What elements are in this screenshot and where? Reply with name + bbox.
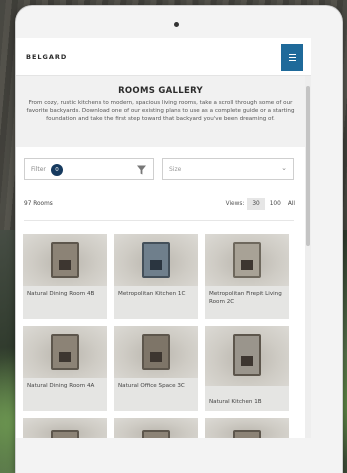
room-card[interactable]: Natural Dining Room 4A — [23, 326, 107, 411]
tablet-screen: BELGARD ROOMS GALLERY From cozy, rustic … — [16, 38, 311, 438]
room-card[interactable] — [114, 418, 198, 438]
room-card[interactable]: Metropolitan Kitchen 1C — [114, 234, 198, 319]
chevron-down-icon: ⌄ — [281, 164, 287, 172]
view-option-30[interactable]: 30 — [247, 197, 265, 210]
room-card[interactable]: Metropolitan Firepit Living Room 2C — [205, 234, 289, 319]
size-select[interactable]: Size ⌄ — [162, 158, 294, 180]
room-thumbnail — [205, 326, 289, 386]
page-description: From cozy, rustic kitchens to modern, sp… — [26, 100, 295, 122]
room-name: Natural Office Space 3C — [118, 383, 185, 389]
room-name: Metropolitan Kitchen 1C — [118, 291, 186, 297]
room-name: Natural Dining Room 4A — [27, 383, 95, 389]
scrollbar-thumb[interactable] — [306, 86, 310, 246]
room-thumbnail — [23, 418, 107, 438]
filter-dropdown[interactable]: Filter 0 — [24, 158, 154, 180]
rooms-grid: Natural Dining Room 4B Metropolitan Kitc… — [23, 234, 299, 438]
room-card[interactable] — [205, 418, 289, 438]
filter-label: Filter — [31, 166, 46, 173]
hamburger-menu-button[interactable] — [281, 44, 303, 71]
room-name: Natural Kitchen 1B — [209, 399, 262, 405]
top-navbar: BELGARD — [16, 38, 311, 76]
view-option-100[interactable]: 100 — [268, 198, 283, 210]
scrollbar[interactable] — [305, 76, 311, 438]
view-count-selector: Views: 30 100 All — [226, 196, 297, 211]
room-thumbnail — [114, 234, 198, 286]
tablet-bezel-bottom — [16, 438, 311, 467]
funnel-icon — [137, 165, 146, 175]
divider — [24, 220, 294, 221]
size-placeholder: Size — [169, 166, 182, 173]
room-thumbnail — [23, 326, 107, 378]
room-thumbnail — [114, 418, 198, 438]
room-thumbnail — [114, 326, 198, 378]
camera-dot — [174, 22, 179, 27]
room-card[interactable]: Natural Kitchen 1B — [205, 326, 289, 411]
room-card[interactable] — [23, 418, 107, 438]
room-name: Metropolitan Firepit Living Room 2C — [209, 291, 282, 305]
menu-icon-line — [288, 60, 296, 61]
room-thumbnail — [205, 234, 289, 286]
menu-icon-line — [288, 57, 296, 58]
rooms-count: 97 Rooms — [24, 201, 53, 207]
brand-logo[interactable]: BELGARD — [26, 53, 67, 61]
menu-icon-line — [288, 54, 296, 55]
room-thumbnail — [205, 418, 289, 438]
gallery-header: ROOMS GALLERY From cozy, rustic kitchens… — [16, 76, 305, 147]
page-content: ROOMS GALLERY From cozy, rustic kitchens… — [16, 76, 305, 438]
room-card[interactable]: Natural Office Space 3C — [114, 326, 198, 411]
room-thumbnail — [23, 234, 107, 286]
room-card[interactable]: Natural Dining Room 4B — [23, 234, 107, 319]
room-name: Natural Dining Room 4B — [27, 291, 95, 297]
page-title: ROOMS GALLERY — [118, 86, 203, 96]
filter-count-badge: 0 — [51, 164, 63, 176]
view-option-all[interactable]: All — [286, 198, 297, 210]
views-label: Views: — [225, 200, 245, 207]
